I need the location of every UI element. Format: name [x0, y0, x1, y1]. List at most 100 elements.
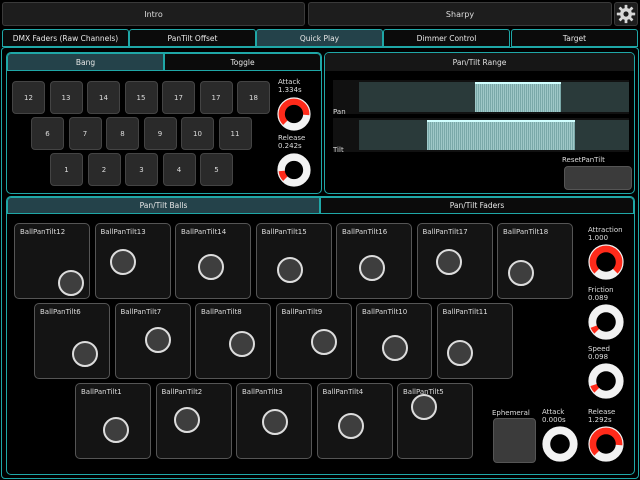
- ball-handle[interactable]: [436, 249, 463, 275]
- tilt-range-slider[interactable]: Tilt: [333, 118, 629, 154]
- tab-bang[interactable]: Bang: [7, 53, 164, 71]
- main-tab-4[interactable]: Target: [511, 29, 638, 47]
- ball-pad-label: BallPanTilt6: [40, 308, 81, 316]
- ball-pad[interactable]: BallPanTilt1: [75, 383, 151, 459]
- speed-knob[interactable]: [587, 362, 625, 400]
- bang-pad[interactable]: 14: [87, 81, 120, 114]
- attraction-knob[interactable]: [587, 243, 625, 281]
- ball-handle[interactable]: [145, 327, 172, 354]
- main-tab-label: Dimmer Control: [416, 33, 477, 43]
- ball-handle[interactable]: [337, 412, 364, 439]
- ball-pad-label: BallPanTilt11: [442, 308, 488, 316]
- reset-pan-tilt-label: ResetPanTilt: [562, 156, 605, 164]
- ball-pad[interactable]: BallPanTilt3: [236, 383, 312, 459]
- ball-handle[interactable]: [173, 407, 200, 434]
- bang-pad[interactable]: 8: [106, 117, 139, 150]
- release-knob[interactable]: [276, 152, 312, 188]
- ball-pad-label: BallPanTilt12: [20, 228, 66, 236]
- ball-handle[interactable]: [310, 329, 337, 355]
- bang-pad[interactable]: 5: [200, 153, 233, 186]
- ball-handle[interactable]: [197, 253, 224, 280]
- bang-pad[interactable]: 3: [125, 153, 158, 186]
- bottom-release-knob[interactable]: [587, 425, 625, 463]
- bang-pad[interactable]: 10: [181, 117, 214, 150]
- pan-range-slider[interactable]: Pan: [333, 80, 629, 116]
- ball-pad[interactable]: BallPanTilt2: [155, 383, 232, 459]
- tab-sharpy-label: Sharpy: [445, 9, 475, 19]
- bang-pad[interactable]: 2: [87, 153, 121, 186]
- ball-pad[interactable]: BallPanTilt7: [114, 303, 191, 379]
- main-tab-2[interactable]: Quick Play: [256, 29, 383, 47]
- ball-handle[interactable]: [382, 335, 408, 362]
- tab-toggle[interactable]: Toggle: [164, 53, 321, 71]
- bang-pad[interactable]: 18: [237, 81, 270, 114]
- ball-handle[interactable]: [262, 409, 288, 435]
- main-tab-label: DMX Faders (Raw Channels): [12, 33, 119, 43]
- settings-button[interactable]: [614, 2, 638, 26]
- main-tab-1[interactable]: PanTilt Offset: [129, 29, 256, 47]
- reset-pan-tilt-button[interactable]: [564, 166, 632, 190]
- ephemeral-toggle[interactable]: [493, 418, 536, 463]
- ball-pad[interactable]: BallPanTilt12: [14, 223, 90, 299]
- ball-handle[interactable]: [102, 416, 129, 443]
- ball-pad[interactable]: BallPanTilt17: [416, 223, 493, 299]
- tab-pan-tilt-balls-label: Pan/Tilt Balls: [139, 201, 188, 210]
- bang-pad-label: 5: [214, 165, 219, 174]
- ball-pad[interactable]: BallPanTilt4: [316, 383, 393, 459]
- ball-handle[interactable]: [276, 256, 303, 283]
- bang-pad[interactable]: 4: [162, 153, 196, 186]
- bang-pad-label: 4: [176, 165, 182, 174]
- ball-handle[interactable]: [358, 255, 385, 282]
- ball-handle[interactable]: [507, 260, 534, 287]
- ball-handle[interactable]: [58, 270, 85, 297]
- ball-pad[interactable]: BallPanTilt5: [397, 383, 473, 459]
- main-tab-label: Target: [562, 33, 587, 43]
- main-tab-label: Quick Play: [299, 33, 340, 43]
- ball-pad-label: BallPanTilt4: [322, 388, 364, 396]
- ball-handle[interactable]: [447, 339, 474, 366]
- main-tab-0[interactable]: DMX Faders (Raw Channels): [2, 29, 129, 47]
- bang-pad[interactable]: 9: [143, 117, 177, 150]
- ball-pad[interactable]: BallPanTilt8: [195, 303, 271, 379]
- bang-pad-label: 17: [211, 93, 221, 102]
- bang-pad[interactable]: 15: [124, 81, 158, 114]
- ball-pad[interactable]: BallPanTilt18: [497, 223, 573, 299]
- bang-pad[interactable]: 13: [49, 81, 83, 114]
- attack-value: 1.334s: [278, 86, 302, 94]
- ball-pad-label: BallPanTilt14: [181, 228, 227, 236]
- ball-handle[interactable]: [228, 330, 255, 357]
- ball-pad[interactable]: BallPanTilt10: [356, 303, 432, 379]
- bang-pad[interactable]: 1: [50, 153, 83, 186]
- bang-pad[interactable]: 12: [12, 81, 45, 114]
- tab-intro[interactable]: Intro: [2, 2, 305, 26]
- bottom-release-value: 1.292s: [588, 416, 612, 424]
- ball-pad[interactable]: BallPanTilt9: [275, 303, 352, 379]
- ball-pad-label: BallPanTilt10: [362, 308, 408, 316]
- knob-center: [596, 434, 616, 454]
- tab-pan-tilt-faders[interactable]: Pan/Tilt Faders: [320, 197, 634, 214]
- ball-pad[interactable]: BallPanTilt16: [336, 223, 412, 299]
- bottom-attack-knob[interactable]: [541, 425, 579, 463]
- knob-center: [284, 104, 304, 124]
- bang-pad[interactable]: 7: [68, 117, 102, 150]
- bang-pad[interactable]: 17: [162, 81, 195, 114]
- ball-pad[interactable]: BallPanTilt15: [255, 223, 332, 299]
- ball-pad[interactable]: BallPanTilt6: [34, 303, 110, 379]
- tab-sharpy[interactable]: Sharpy: [308, 2, 612, 26]
- bang-pad[interactable]: 17: [199, 81, 233, 114]
- tab-pan-tilt-balls[interactable]: Pan/Tilt Balls: [7, 197, 320, 214]
- ball-handle[interactable]: [72, 341, 99, 368]
- ball-handle[interactable]: [410, 393, 437, 420]
- friction-knob[interactable]: [587, 303, 625, 341]
- ball-pad[interactable]: BallPanTilt14: [175, 223, 251, 299]
- main-tab-3[interactable]: Dimmer Control: [383, 29, 510, 47]
- tilt-range-fill[interactable]: [426, 120, 575, 150]
- bang-pad[interactable]: 11: [218, 117, 252, 150]
- attack-knob[interactable]: [276, 96, 312, 132]
- ball-pad[interactable]: BallPanTilt11: [436, 303, 513, 379]
- bang-pad[interactable]: 6: [31, 117, 64, 150]
- pan-range-fill[interactable]: [475, 82, 562, 112]
- ball-handle[interactable]: [109, 249, 136, 275]
- bang-pad-label: 13: [61, 93, 71, 102]
- ball-pad[interactable]: BallPanTilt13: [94, 223, 171, 299]
